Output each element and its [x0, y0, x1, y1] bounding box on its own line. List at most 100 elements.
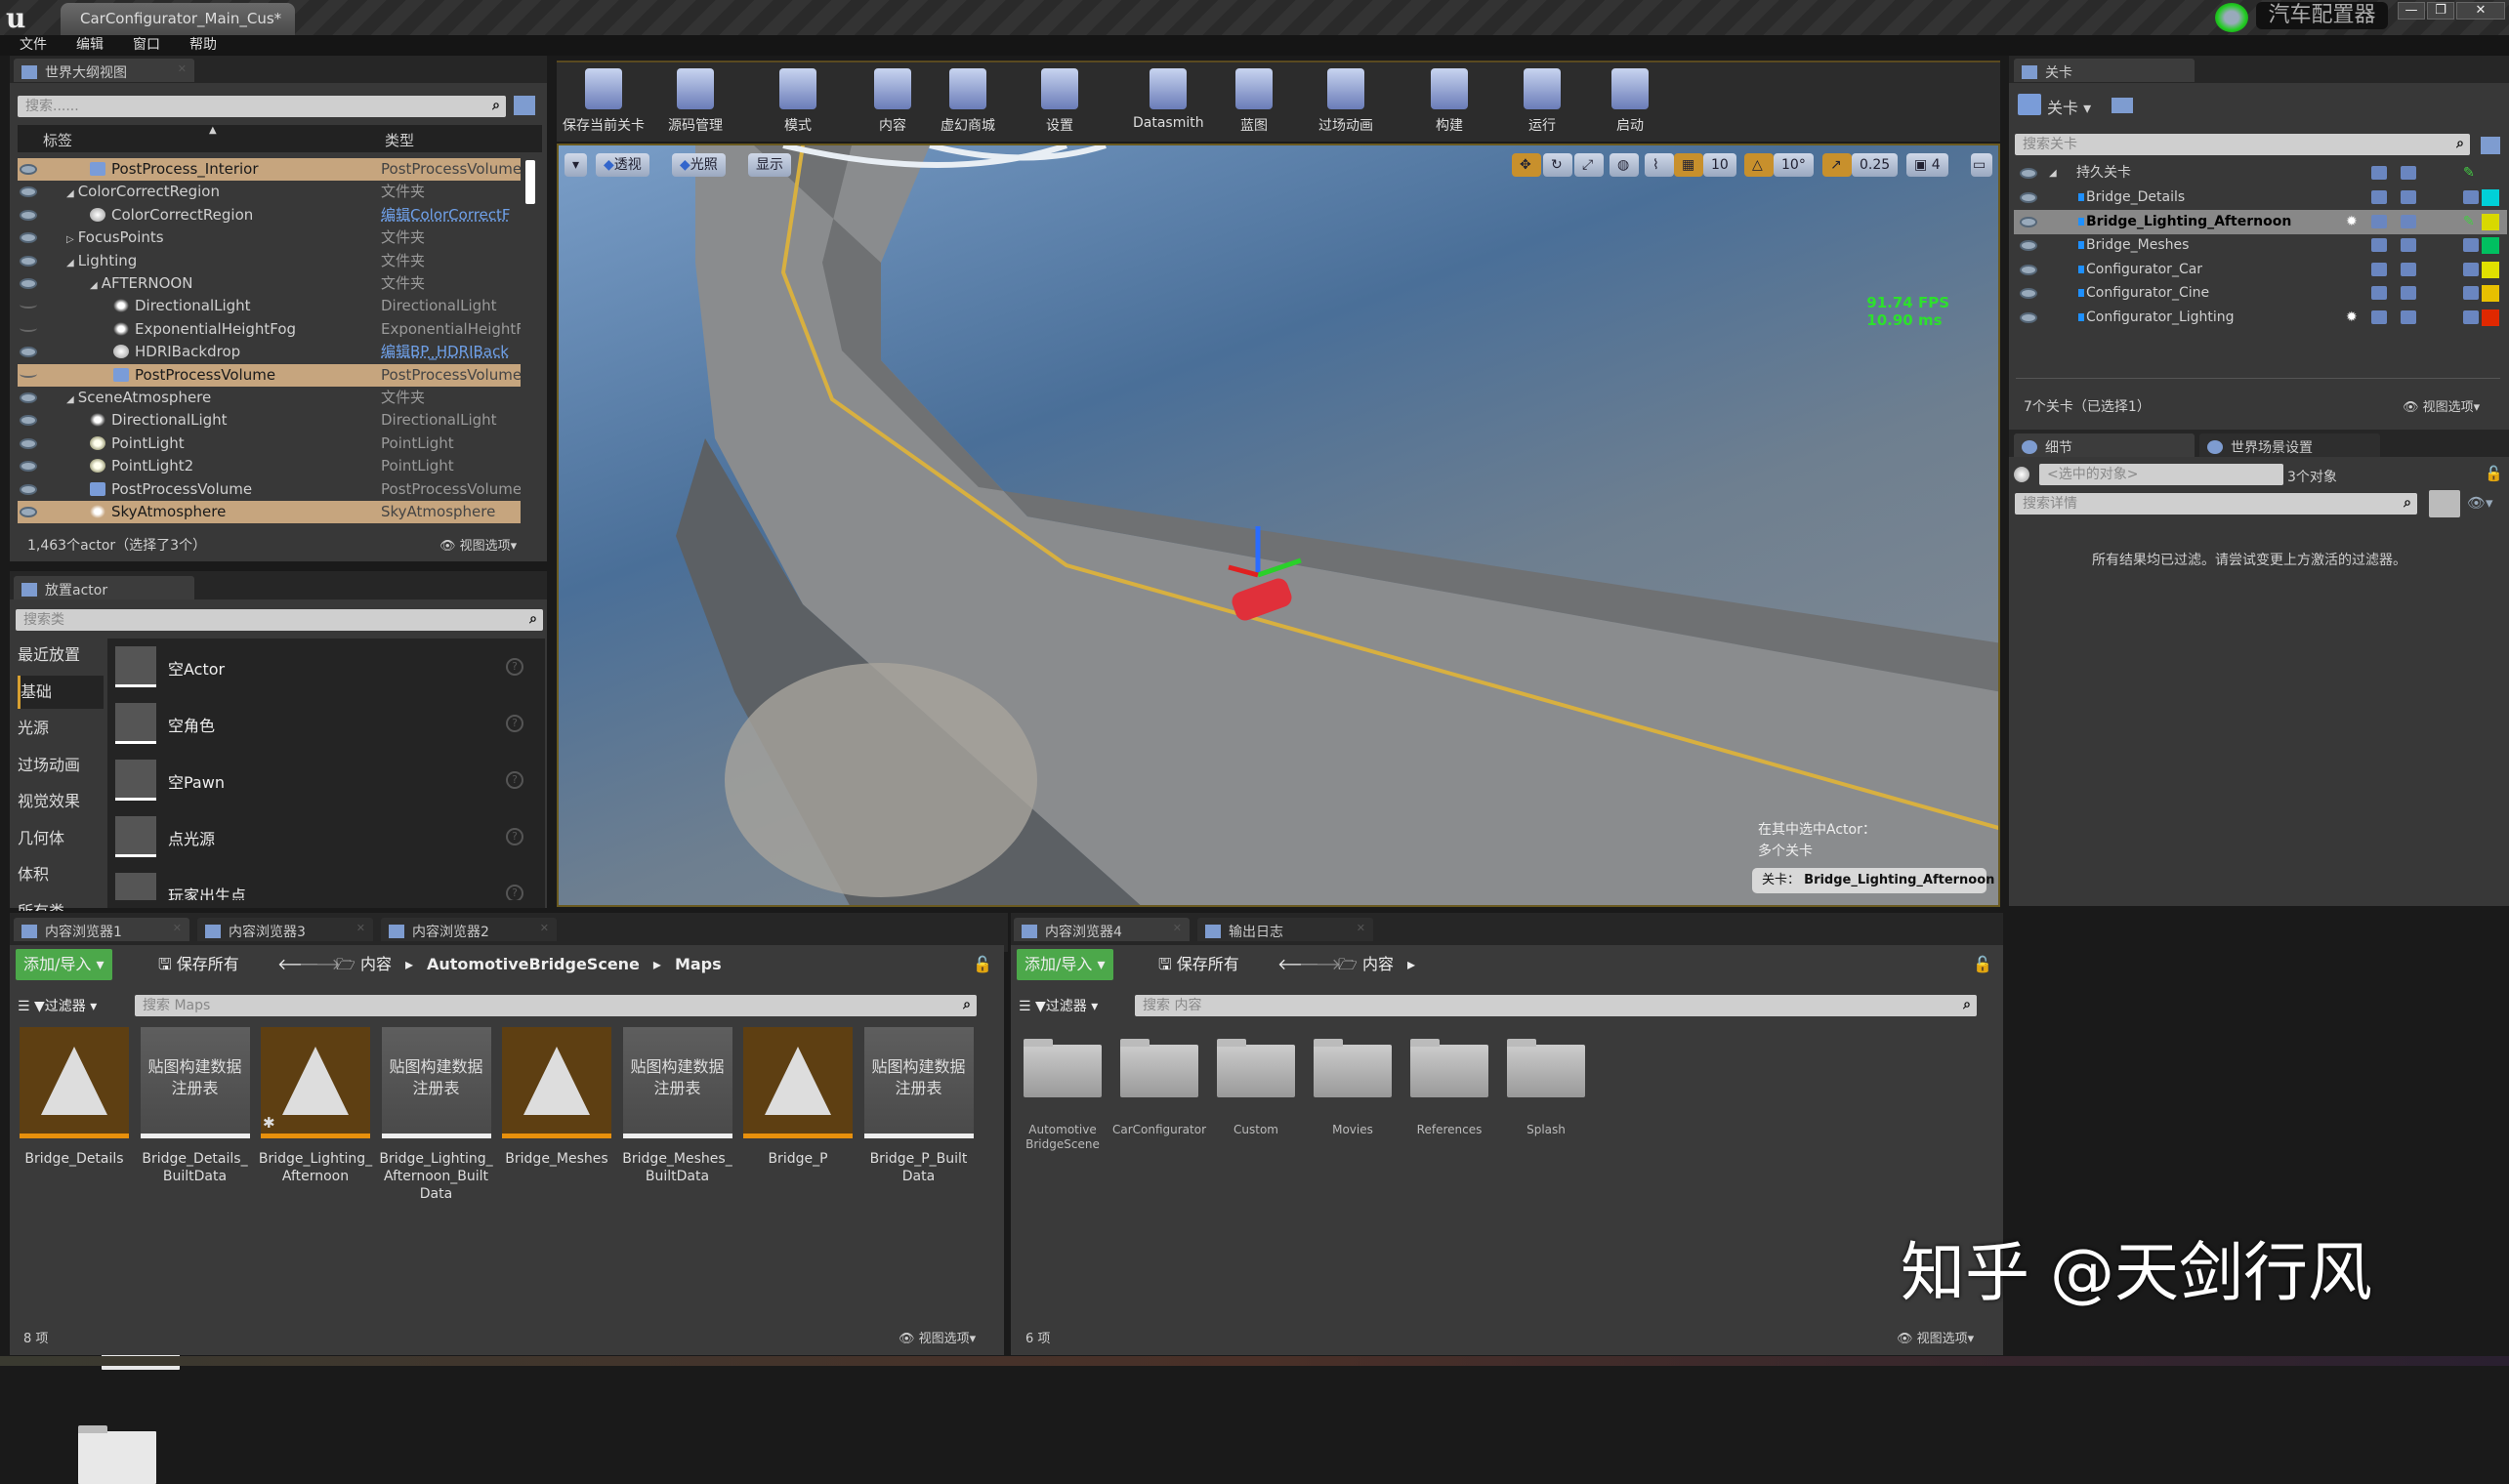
level-color-swatch[interactable]	[2482, 261, 2499, 278]
lock-icon[interactable]	[2371, 286, 2387, 300]
level-row-persistent[interactable]: ◢ 持久关卡 ✎	[2014, 161, 2507, 186]
level-color-swatch[interactable]	[2482, 189, 2499, 206]
class-search-input[interactable]: 搜索类 ⌕	[16, 609, 543, 631]
visibility-eye-icon[interactable]	[20, 301, 37, 309]
play-visibility-icon[interactable]	[2401, 166, 2416, 180]
restore-button[interactable]: ❐	[2427, 2, 2454, 20]
map-asset[interactable]	[743, 1027, 853, 1138]
document-tab[interactable]: CarConfigurator_Main_Cus*	[61, 3, 295, 35]
level-row[interactable]: Configurator_Car	[2014, 258, 2507, 282]
grid-snap-icon[interactable]: ▦	[1674, 153, 1703, 177]
outliner-row[interactable]: PointLight PointLight	[18, 433, 521, 455]
outliner-item-type[interactable]: 编辑ColorCorrectF	[381, 204, 521, 227]
category-tab[interactable]: 最近放置	[18, 639, 104, 672]
content-tab[interactable]: 内容浏览器2 ✕	[381, 918, 557, 941]
visibility-eye-icon[interactable]	[2020, 288, 2037, 299]
save-icon[interactable]	[2463, 190, 2479, 204]
scale-snap-value[interactable]: 0.25	[1852, 153, 1899, 177]
play-visibility-icon[interactable]	[2401, 286, 2416, 300]
close-button[interactable]: ✕	[2456, 2, 2505, 20]
translate-tool-icon[interactable]: ✥	[1512, 153, 1541, 177]
outliner-row[interactable]: HDRIBackdrop 编辑BP_HDRIBack	[18, 341, 521, 363]
outliner-view-options[interactable]: 👁 视图选项▾	[439, 535, 517, 554]
lock-icon[interactable]	[2371, 309, 2387, 324]
lock-icon[interactable]	[2371, 214, 2387, 228]
expand-arrow-icon[interactable]: ◢	[66, 258, 74, 268]
save-all-button[interactable]: 🖫 保存所有	[1158, 949, 1239, 980]
folder-item[interactable]	[1410, 1039, 1488, 1097]
perspective-button[interactable]: ◆透视	[596, 153, 649, 177]
menu-file[interactable]: 文件	[20, 35, 47, 56]
maximize-viewport-icon[interactable]: ▭	[1971, 153, 1992, 177]
play-visibility-icon[interactable]	[2401, 214, 2416, 228]
place-item[interactable]: 空Pawn?	[115, 756, 535, 806]
folder-item[interactable]	[1507, 1039, 1585, 1097]
show-button[interactable]: 显示	[748, 153, 791, 177]
save-icon[interactable]	[2463, 262, 2479, 276]
history-forward-button[interactable]: 🡒	[299, 949, 341, 980]
outliner-row[interactable]: ExponentialHeightFog ExponentialHeightFc	[18, 318, 521, 341]
tab-details[interactable]: 细节	[2014, 433, 2195, 457]
visibility-eye-icon[interactable]	[20, 232, 37, 244]
map-asset[interactable]	[502, 1027, 611, 1138]
toolbar-button-content[interactable]: 内容	[874, 68, 911, 135]
world-space-icon[interactable]: ◍	[1610, 153, 1639, 177]
save-icon[interactable]	[2463, 238, 2479, 252]
category-tab[interactable]: 视觉效果	[18, 785, 104, 818]
levels-details-icon[interactable]	[2112, 98, 2133, 113]
expand-arrow-icon[interactable]: ◢	[90, 280, 98, 291]
visibility-eye-icon[interactable]	[20, 324, 37, 332]
visibility-eye-icon[interactable]	[20, 347, 37, 358]
map-asset[interactable]: ✱	[261, 1027, 370, 1138]
visibility-eye-icon[interactable]	[20, 186, 37, 198]
tab-place-actor[interactable]: 放置actor	[14, 576, 194, 599]
content-tab[interactable]: 输出日志 ✕	[1197, 918, 1373, 941]
lock-icon[interactable]	[2371, 166, 2387, 180]
outliner-row[interactable]: PostProcess_Interior PostProcessVolume	[18, 158, 521, 181]
selected-object-field[interactable]: <选中的对象>	[2039, 464, 2283, 485]
folder-item[interactable]	[1314, 1039, 1392, 1097]
visibility-eye-icon[interactable]	[20, 370, 37, 378]
breadcrumb-item[interactable]: AutomotiveBridgeScene	[427, 955, 640, 973]
level-row[interactable]: Bridge_Lighting_Afternoon ✹ ✎	[2014, 209, 2507, 234]
close-tab-icon[interactable]: ✕	[178, 62, 187, 75]
lighting-scenario-icon[interactable]: ✹	[2346, 210, 2358, 234]
content-tab[interactable]: 内容浏览器1 ✕	[14, 918, 189, 941]
toolbar-button-cinematics[interactable]: 过场动画	[1318, 68, 1373, 135]
visibility-eye-icon[interactable]	[20, 392, 37, 403]
visibility-eye-icon[interactable]	[2020, 168, 2037, 179]
level-color-swatch[interactable]	[2482, 309, 2499, 326]
category-tab[interactable]: 光源	[18, 712, 104, 745]
built-data-asset[interactable]: 贴图构建数据 注册表	[863, 1027, 974, 1138]
outliner-row[interactable]: ◢ SceneAtmosphere 文件夹	[18, 387, 521, 1484]
content-view-options[interactable]: 👁 视图选项▾	[1897, 1328, 1974, 1346]
breadcrumb-separator[interactable]: ▸	[405, 955, 413, 973]
toolbar-button-save[interactable]: 保存当前关卡	[563, 68, 645, 135]
level-row[interactable]: Bridge_Meshes	[2014, 233, 2507, 258]
save-all-button[interactable]: 🖫 保存所有	[158, 949, 239, 980]
column-type[interactable]: 类型	[385, 130, 414, 150]
level-color-swatch[interactable]	[2482, 213, 2499, 230]
category-tab[interactable]: 所有类	[18, 895, 104, 911]
toolbar-button-launch[interactable]: 启动	[1611, 68, 1649, 135]
content-view-options[interactable]: 👁 视图选项▾	[899, 1328, 976, 1346]
level-viewport[interactable]: ▾ ◆透视 ◆光照 显示 ✥ ↻ ⤢ ◍ ⌇ ▦ 10 △ 10° ↗ 0.25…	[557, 144, 2000, 907]
visibility-eye-icon[interactable]	[20, 255, 37, 267]
tab-outliner[interactable]: 世界大纲视图 ✕	[14, 59, 194, 82]
place-item[interactable]: 空Actor?	[115, 642, 535, 693]
outliner-item-type[interactable]: 编辑BP_HDRIBack	[381, 341, 521, 363]
camera-speed-button[interactable]: ▣ 4	[1906, 153, 1948, 177]
place-item[interactable]: 点光源?	[115, 812, 535, 863]
folder-item[interactable]	[1217, 1039, 1295, 1097]
rotate-tool-icon[interactable]: ↻	[1543, 153, 1572, 177]
outliner-search-input[interactable]: 搜索...... ⌕	[18, 96, 506, 117]
grid-snap-value[interactable]: 10	[1703, 153, 1736, 177]
rotation-snap-value[interactable]: 10°	[1774, 153, 1814, 177]
add-import-button[interactable]: 添加/导入 ▾	[1017, 949, 1113, 980]
add-filter-icon[interactable]	[514, 96, 535, 115]
history-forward-button[interactable]: 🡒	[1299, 949, 1341, 980]
outliner-row[interactable]: ColorCorrectRegion 编辑ColorCorrectF	[18, 204, 521, 227]
outliner-row[interactable]: ◢ Lighting 文件夹	[18, 250, 521, 1347]
content-tab[interactable]: 内容浏览器3 ✕	[197, 918, 373, 941]
close-tab-icon[interactable]: ✕	[540, 922, 549, 934]
